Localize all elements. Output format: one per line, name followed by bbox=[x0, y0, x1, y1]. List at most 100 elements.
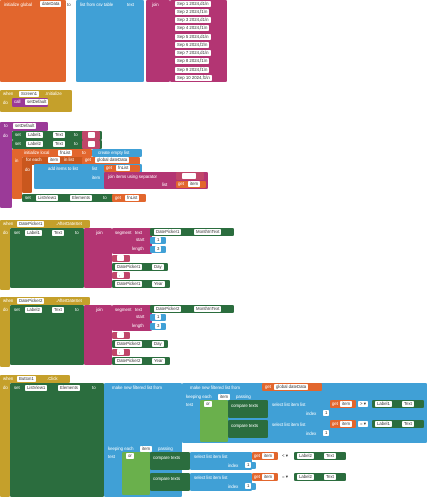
local-var-name-field[interactable]: fnList bbox=[58, 150, 73, 156]
listview1-dropdown[interactable]: ListView1 bbox=[25, 385, 48, 391]
comma-text-field[interactable]: , bbox=[117, 349, 124, 355]
text-prop-dropdown[interactable]: Text bbox=[402, 401, 414, 407]
date-string-8[interactable]: Sep 8 2024,f1\n bbox=[175, 58, 210, 64]
item-dropdown[interactable]: item bbox=[262, 474, 275, 480]
item-dropdown[interactable]: item bbox=[262, 453, 275, 459]
list-from-csv-block[interactable] bbox=[76, 0, 144, 82]
or-dropdown[interactable]: or bbox=[126, 453, 134, 459]
day-prop-dropdown[interactable]: Day bbox=[152, 264, 164, 270]
segment-label: segment bbox=[115, 230, 132, 235]
monthintext-dropdown[interactable]: MonthInText bbox=[194, 229, 222, 235]
procedure-name-field[interactable]: setDefault bbox=[13, 123, 37, 129]
set-label1-text-block[interactable] bbox=[10, 228, 84, 288]
join-separator-label: join items using separator bbox=[108, 174, 157, 179]
button1-dropdown[interactable]: Button1 bbox=[17, 376, 36, 382]
eq-operator-dropdown[interactable]: = ▾ bbox=[358, 421, 368, 427]
elements-prop-dropdown[interactable]: Elements bbox=[58, 385, 80, 391]
lt-operator-dropdown[interactable]: < ▾ bbox=[280, 453, 290, 459]
date-string-9[interactable]: Sep 9 2024,f1\n bbox=[175, 67, 210, 73]
join-block[interactable] bbox=[84, 305, 112, 365]
get-label: get bbox=[106, 165, 112, 170]
label1-dropdown[interactable]: Label1 bbox=[25, 230, 42, 236]
empty-text-field[interactable] bbox=[88, 141, 95, 147]
list-label: list bbox=[92, 166, 98, 171]
label1-dropdown[interactable]: Label1 bbox=[375, 401, 392, 407]
text-prop-dropdown[interactable]: Text bbox=[402, 421, 414, 427]
gt-operator-dropdown[interactable]: > ▾ bbox=[358, 401, 368, 407]
date-string-6[interactable]: Sep 6 2024,f2\n bbox=[175, 42, 210, 48]
join-label: join bbox=[96, 307, 103, 312]
fnlist-dropdown[interactable]: fnList bbox=[125, 195, 140, 201]
global-var-name-field[interactable]: dateData bbox=[40, 1, 62, 7]
index-number-field[interactable]: 1 bbox=[245, 483, 252, 489]
text-prop-dropdown[interactable]: Text bbox=[324, 453, 336, 459]
label2-dropdown[interactable]: Label2 bbox=[297, 453, 314, 459]
index-number-field[interactable]: 1 bbox=[245, 462, 252, 468]
label1-dropdown[interactable]: Label1 bbox=[26, 132, 43, 138]
comma-text-field[interactable]: , bbox=[117, 272, 124, 278]
label2-dropdown[interactable]: Label2 bbox=[26, 141, 43, 147]
join-block[interactable] bbox=[84, 228, 112, 288]
date-string-7[interactable]: Sep 7 2024,d1\n bbox=[175, 50, 211, 56]
start-number-field[interactable]: 1 bbox=[155, 314, 162, 320]
fnlist-dropdown[interactable]: fnList bbox=[116, 165, 131, 171]
text-prop-dropdown[interactable]: Text bbox=[52, 230, 64, 236]
get-label: get bbox=[85, 157, 91, 162]
year-prop-dropdown[interactable]: Year bbox=[152, 358, 165, 364]
date-string-10[interactable]: Sep 10 2024,f1\n bbox=[175, 75, 212, 81]
set-listview-elements-block[interactable] bbox=[10, 383, 104, 497]
datepicker2-dropdown[interactable]: DatePicker2 bbox=[154, 306, 182, 312]
join-block[interactable] bbox=[146, 0, 170, 82]
datepicker2-dropdown[interactable]: DatePicker2 bbox=[115, 358, 143, 364]
button1-click-block[interactable] bbox=[0, 375, 10, 497]
index-number-field[interactable]: 1 bbox=[323, 410, 330, 416]
date-string-4[interactable]: Sep 4 2024,f1\n bbox=[175, 25, 210, 31]
elements-prop-dropdown[interactable]: Elements bbox=[70, 195, 92, 201]
or-dropdown[interactable]: or bbox=[204, 401, 212, 407]
datepicker1-dropdown[interactable]: DatePicker1 bbox=[115, 264, 143, 270]
eq-operator-dropdown[interactable]: = ▾ bbox=[280, 474, 290, 480]
monthintext-dropdown[interactable]: MonthInText bbox=[194, 306, 222, 312]
empty-text-field[interactable] bbox=[88, 132, 95, 138]
separator-text-field[interactable] bbox=[182, 173, 196, 179]
start-number-field[interactable]: 1 bbox=[155, 237, 162, 243]
datepicker1-dropdown[interactable]: DatePicker1 bbox=[154, 229, 182, 235]
datepicker1-dropdown[interactable]: DatePicker1 bbox=[17, 221, 45, 227]
text-prop-dropdown[interactable]: Text bbox=[53, 141, 65, 147]
set-label: set bbox=[14, 307, 20, 312]
label2-dropdown[interactable]: Label2 bbox=[297, 474, 314, 480]
item-dropdown[interactable]: item bbox=[340, 401, 353, 407]
length-number-field[interactable]: 3 bbox=[155, 246, 162, 252]
datepicker1-dropdown[interactable]: DatePicker1 bbox=[115, 281, 143, 287]
label1-dropdown[interactable]: Label1 bbox=[375, 421, 392, 427]
index-number-field[interactable]: 1 bbox=[323, 430, 330, 436]
space-text-field[interactable] bbox=[117, 255, 124, 261]
item-var-field[interactable]: item bbox=[48, 157, 61, 163]
do-label: do bbox=[25, 167, 30, 172]
label2-dropdown[interactable]: Label2 bbox=[25, 307, 42, 313]
screen1-dropdown[interactable]: Screen1 bbox=[19, 91, 40, 97]
listview1-dropdown[interactable]: ListView1 bbox=[36, 195, 59, 201]
global-datedata-dropdown[interactable]: global dateData bbox=[274, 384, 309, 390]
item-dropdown[interactable]: item bbox=[188, 181, 201, 187]
get-label: get bbox=[254, 474, 260, 479]
text-prop-dropdown[interactable]: Text bbox=[52, 307, 64, 313]
date-string-3[interactable]: Sep 3 2024,d1\n bbox=[175, 17, 211, 23]
datepicker2-dropdown[interactable]: DatePicker2 bbox=[17, 298, 45, 304]
space-text-field[interactable] bbox=[117, 332, 124, 338]
global-datedata-dropdown[interactable]: global dateData bbox=[95, 157, 130, 163]
datepicker2-dropdown[interactable]: DatePicker2 bbox=[115, 341, 143, 347]
date-string-5[interactable]: Sep 5 2024,d1\n bbox=[175, 34, 211, 40]
year-prop-dropdown[interactable]: Year bbox=[152, 281, 165, 287]
call-proc-name-field[interactable]: setDefault bbox=[25, 99, 49, 105]
set-label2-text-block[interactable] bbox=[10, 305, 84, 365]
day-prop-dropdown[interactable]: Day bbox=[152, 341, 164, 347]
text-prop-dropdown[interactable]: Text bbox=[53, 132, 65, 138]
date-string-1[interactable]: Sep 1 2024,d1\n bbox=[175, 1, 211, 7]
call-label: call bbox=[14, 99, 21, 104]
length-number-field[interactable]: 3 bbox=[155, 323, 162, 329]
item-dropdown[interactable]: item bbox=[340, 421, 353, 427]
date-string-2[interactable]: Sep 2 2024,f1\n bbox=[175, 9, 210, 15]
initialize-global-block[interactable] bbox=[0, 0, 66, 82]
text-prop-dropdown[interactable]: Text bbox=[324, 474, 336, 480]
